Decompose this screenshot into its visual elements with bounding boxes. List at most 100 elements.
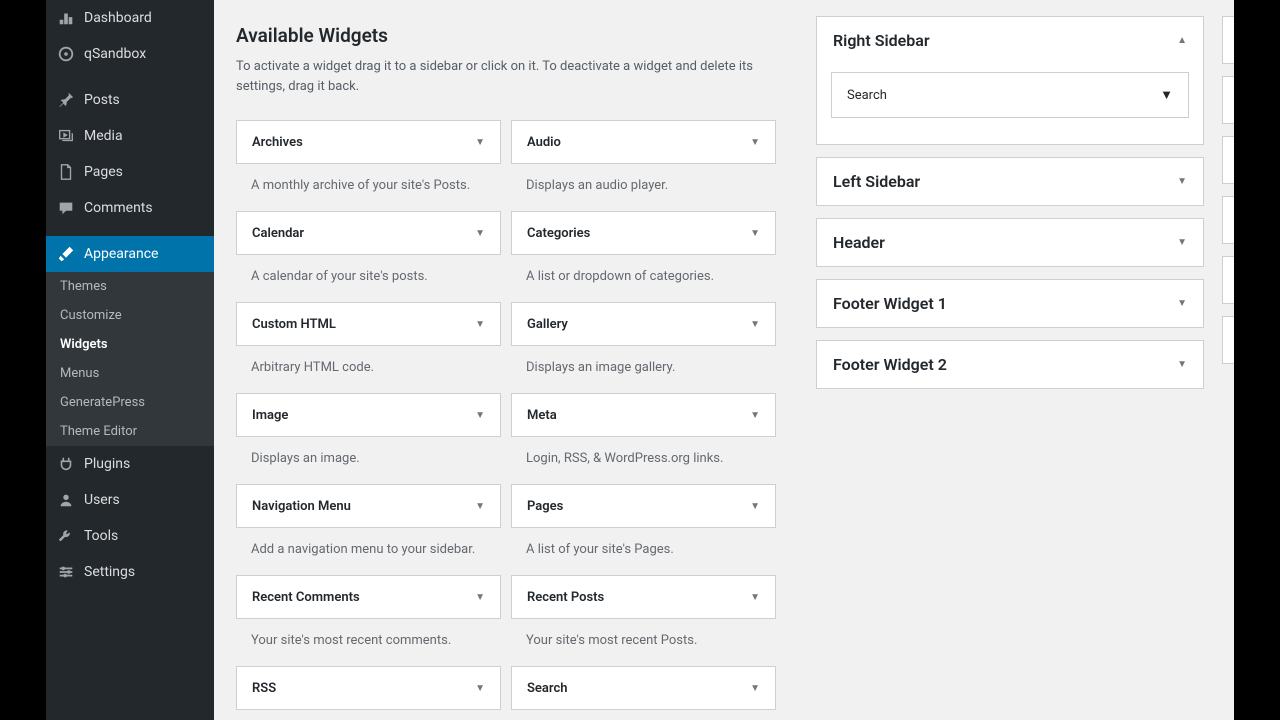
- widget-cell: Categories▼ A list or dropdown of categor…: [511, 211, 776, 302]
- widget-title: Calendar: [252, 226, 304, 241]
- sidebar-item-dashboard[interactable]: Dashboard: [46, 0, 214, 36]
- sidebar-item-users[interactable]: Users: [46, 482, 214, 518]
- chevron-down-icon: ▼: [475, 501, 485, 512]
- widget-description: Add a navigation menu to your sidebar.: [251, 542, 501, 557]
- widget-description: A calendar of your site's posts.: [251, 269, 501, 284]
- available-widget-rss[interactable]: RSS ▼: [236, 666, 501, 710]
- widget-grid: Archives▼ A monthly archive of your site'…: [236, 120, 776, 720]
- widget-description: Your site's most recent comments.: [251, 633, 501, 648]
- pin-icon: [56, 90, 76, 110]
- sidebar-item-qsandbox[interactable]: qSandbox: [46, 36, 214, 72]
- widget-description: Login, RSS, & WordPress.org links.: [526, 451, 776, 466]
- sandbox-icon: [56, 44, 76, 64]
- widget-area-left-sidebar: Left Sidebar▼: [816, 157, 1204, 206]
- chevron-down-icon: ▼: [750, 319, 760, 330]
- submenu-widgets[interactable]: Widgets: [46, 330, 214, 359]
- chevron-down-icon: ▼: [475, 137, 485, 148]
- widget-area-footer-widget-2: Footer Widget 2▼: [816, 340, 1204, 389]
- brush-icon: [56, 244, 76, 264]
- widget-area-header: Header▼: [816, 218, 1204, 267]
- widget-title: RSS: [252, 681, 276, 696]
- widget-area-title: Right Sidebar: [833, 31, 930, 50]
- widget-area-header[interactable]: Footer Widget 2▼: [817, 341, 1203, 388]
- sidebar-item-tools[interactable]: Tools: [46, 518, 214, 554]
- available-widget-recent-comments[interactable]: Recent Comments▼: [236, 575, 501, 619]
- sidebar-label: qSandbox: [84, 46, 146, 62]
- widget-area-title: Footer Widget 2: [833, 355, 947, 374]
- widget-area-title: Footer Widget 1: [833, 294, 947, 313]
- available-widget-custom-html[interactable]: Custom HTML ▼: [236, 302, 501, 346]
- available-widget-archives[interactable]: Archives▼: [236, 120, 501, 164]
- widget-area-header[interactable]: Right Sidebar ▲: [817, 17, 1203, 64]
- placed-widget-title: Search: [847, 88, 887, 103]
- widget-area-header[interactable]: Footer Widget 1▼: [817, 280, 1203, 327]
- chevron-down-icon: ▼: [475, 410, 485, 421]
- appearance-submenu: Themes Customize Widgets Menus GenerateP…: [46, 272, 214, 446]
- comments-icon: [56, 198, 76, 218]
- users-icon: [56, 490, 76, 510]
- sidebar-item-media[interactable]: Media: [46, 118, 214, 154]
- submenu-theme-editor[interactable]: Theme Editor: [46, 417, 214, 446]
- sidebar-item-posts[interactable]: Posts: [46, 82, 214, 118]
- sidebar-label: Users: [84, 492, 120, 508]
- available-widget-gallery[interactable]: Gallery ▼: [511, 302, 776, 346]
- widget-title: Gallery: [527, 317, 568, 332]
- widget-area-footer-widget-1: Footer Widget 1▼: [816, 279, 1204, 328]
- sidebar-label: Media: [84, 128, 123, 144]
- widget-area-header[interactable]: Left Sidebar▼: [817, 158, 1203, 205]
- available-widget-image[interactable]: Image▼: [236, 393, 501, 437]
- widget-description: Displays an audio player.: [526, 178, 776, 193]
- chevron-down-icon: ▼: [1160, 87, 1173, 103]
- available-widget-calendar[interactable]: Calendar ▼: [236, 211, 501, 255]
- placed-widget-search[interactable]: Search ▼: [831, 72, 1189, 118]
- available-widget-audio[interactable]: Audio▼: [511, 120, 776, 164]
- chevron-down-icon: ▼: [475, 683, 485, 694]
- available-widget-recent-posts[interactable]: Recent Posts▼: [511, 575, 776, 619]
- available-widget-search[interactable]: Search▼: [511, 666, 776, 710]
- widget-cell: Pages▼A list of your site's Pages.: [511, 484, 776, 575]
- widget-cell: Meta ▼ Login, RSS, & WordPress.org links.: [511, 393, 776, 484]
- chevron-down-icon: ▼: [750, 501, 760, 512]
- widget-cell: Recent Posts▼Your site's most recent Pos…: [511, 575, 776, 666]
- sidebar-item-plugins[interactable]: Plugins: [46, 446, 214, 482]
- widget-cell: Navigation Menu▼ Add a navigation menu to…: [236, 484, 501, 575]
- widget-area-right-sidebar: Right Sidebar ▲ Search ▼: [816, 16, 1204, 145]
- widget-cell: Recent Comments▼ Your site's most recent …: [236, 575, 501, 666]
- widget-description: A monthly archive of your site's Posts.: [251, 178, 501, 193]
- widget-description: A list or dropdown of categories.: [526, 269, 776, 284]
- pages-icon: [56, 162, 76, 182]
- submenu-themes[interactable]: Themes: [46, 272, 214, 301]
- sidebar-item-settings[interactable]: Settings: [46, 554, 214, 590]
- plug-icon: [56, 454, 76, 474]
- chevron-down-icon: ▼: [750, 683, 760, 694]
- chevron-down-icon: ▼: [750, 410, 760, 421]
- widget-area-header[interactable]: Header▼: [817, 219, 1203, 266]
- widget-cell: Audio▼ Displays an audio player.: [511, 120, 776, 211]
- available-widget-pages[interactable]: Pages▼: [511, 484, 776, 528]
- submenu-menus[interactable]: Menus: [46, 359, 214, 388]
- available-widget-meta[interactable]: Meta ▼: [511, 393, 776, 437]
- sidebar-item-pages[interactable]: Pages: [46, 154, 214, 190]
- chevron-down-icon: ▼: [475, 228, 485, 239]
- widget-title: Custom HTML: [252, 317, 336, 332]
- widget-description: Displays an image gallery.: [526, 360, 776, 375]
- dashboard-icon: [56, 8, 76, 28]
- widget-cell: Gallery ▼ Displays an image gallery.: [511, 302, 776, 393]
- sidebar-label: Posts: [84, 92, 120, 108]
- available-widget-categories[interactable]: Categories▼: [511, 211, 776, 255]
- sidebar-label: Pages: [84, 164, 123, 180]
- sidebar-item-appearance[interactable]: Appearance: [46, 236, 214, 272]
- sidebar-item-comments[interactable]: Comments: [46, 190, 214, 226]
- submenu-generatepress[interactable]: GeneratePress: [46, 388, 214, 417]
- widget-title: Meta: [527, 408, 557, 423]
- sidebar-label: Dashboard: [84, 10, 152, 26]
- tools-icon: [56, 526, 76, 546]
- widget-cell: Image▼Displays an image.: [236, 393, 501, 484]
- widget-cell: RSS▼Entries from any RSS or Atom feed.: [236, 666, 501, 720]
- widget-cell: Search▼A search form for your site.: [511, 666, 776, 720]
- chevron-up-icon: ▲: [1177, 35, 1187, 46]
- widget-title: Audio: [527, 135, 561, 150]
- available-widget-navigation-menu[interactable]: Navigation Menu▼: [236, 484, 501, 528]
- submenu-customize[interactable]: Customize: [46, 301, 214, 330]
- chevron-down-icon: ▼: [475, 319, 485, 330]
